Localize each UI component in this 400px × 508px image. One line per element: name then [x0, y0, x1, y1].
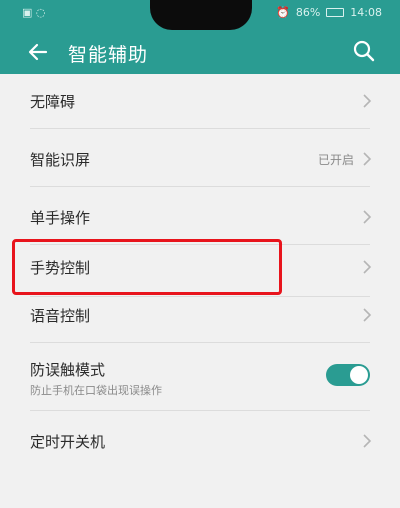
search-icon[interactable]: [352, 39, 376, 63]
chevron-right-icon: [363, 152, 372, 166]
settings-item-scheduled-power[interactable]: 定时开关机: [0, 416, 400, 464]
app-bar: 智能辅助: [0, 30, 400, 74]
chevron-right-icon: [363, 94, 372, 108]
divider: [30, 128, 370, 129]
camera-notch: [150, 0, 252, 30]
settings-item-accessibility[interactable]: 无障碍: [0, 76, 400, 124]
status-icons-right: ⏰ 86% 14:08: [276, 6, 382, 19]
phone-screen: ▣ ◌ ⏰ 86% 14:08 智能辅助 无障碍 智能识屏 已开启 单手操作 手…: [0, 0, 400, 508]
pocket-mode-toggle[interactable]: [326, 364, 370, 386]
settings-item-label: 无障碍: [30, 93, 76, 111]
settings-item-smart-screen[interactable]: 智能识屏 已开启: [0, 134, 400, 182]
page-title: 智能辅助: [68, 44, 149, 66]
battery-percent: 86%: [295, 6, 321, 19]
settings-item-pocket-mode[interactable]: 防误触模式 防止手机在口袋出现误操作: [0, 350, 400, 406]
status-icons-left: ▣ ◌: [22, 6, 46, 19]
arrow-left-icon[interactable]: [26, 40, 50, 64]
highlight-box: [12, 239, 282, 295]
status-time: 14:08: [350, 6, 382, 19]
divider: [30, 342, 370, 343]
settings-item-voice-control[interactable]: 语音控制: [0, 290, 400, 338]
settings-item-label: 单手操作: [30, 209, 91, 227]
settings-item-description: 防止手机在口袋出现误操作: [30, 384, 162, 397]
status-value: 已开启: [317, 153, 354, 167]
settings-item-one-hand[interactable]: 单手操作: [0, 192, 400, 240]
divider: [30, 410, 370, 411]
alarm-icon: ⏰: [276, 6, 290, 19]
settings-item-label: 语音控制: [30, 307, 91, 325]
settings-item-label: 防误触模式: [30, 361, 106, 379]
bottom-area: [0, 484, 400, 508]
chevron-right-icon: [363, 434, 372, 448]
battery-icon: [326, 8, 345, 17]
chevron-right-icon: [363, 308, 372, 322]
toggle-knob: [350, 366, 368, 384]
divider: [30, 186, 370, 187]
settings-item-label: 定时开关机: [30, 433, 106, 451]
chevron-right-icon: [363, 260, 372, 274]
settings-item-label: 智能识屏: [30, 151, 91, 169]
chevron-right-icon: [363, 210, 372, 224]
